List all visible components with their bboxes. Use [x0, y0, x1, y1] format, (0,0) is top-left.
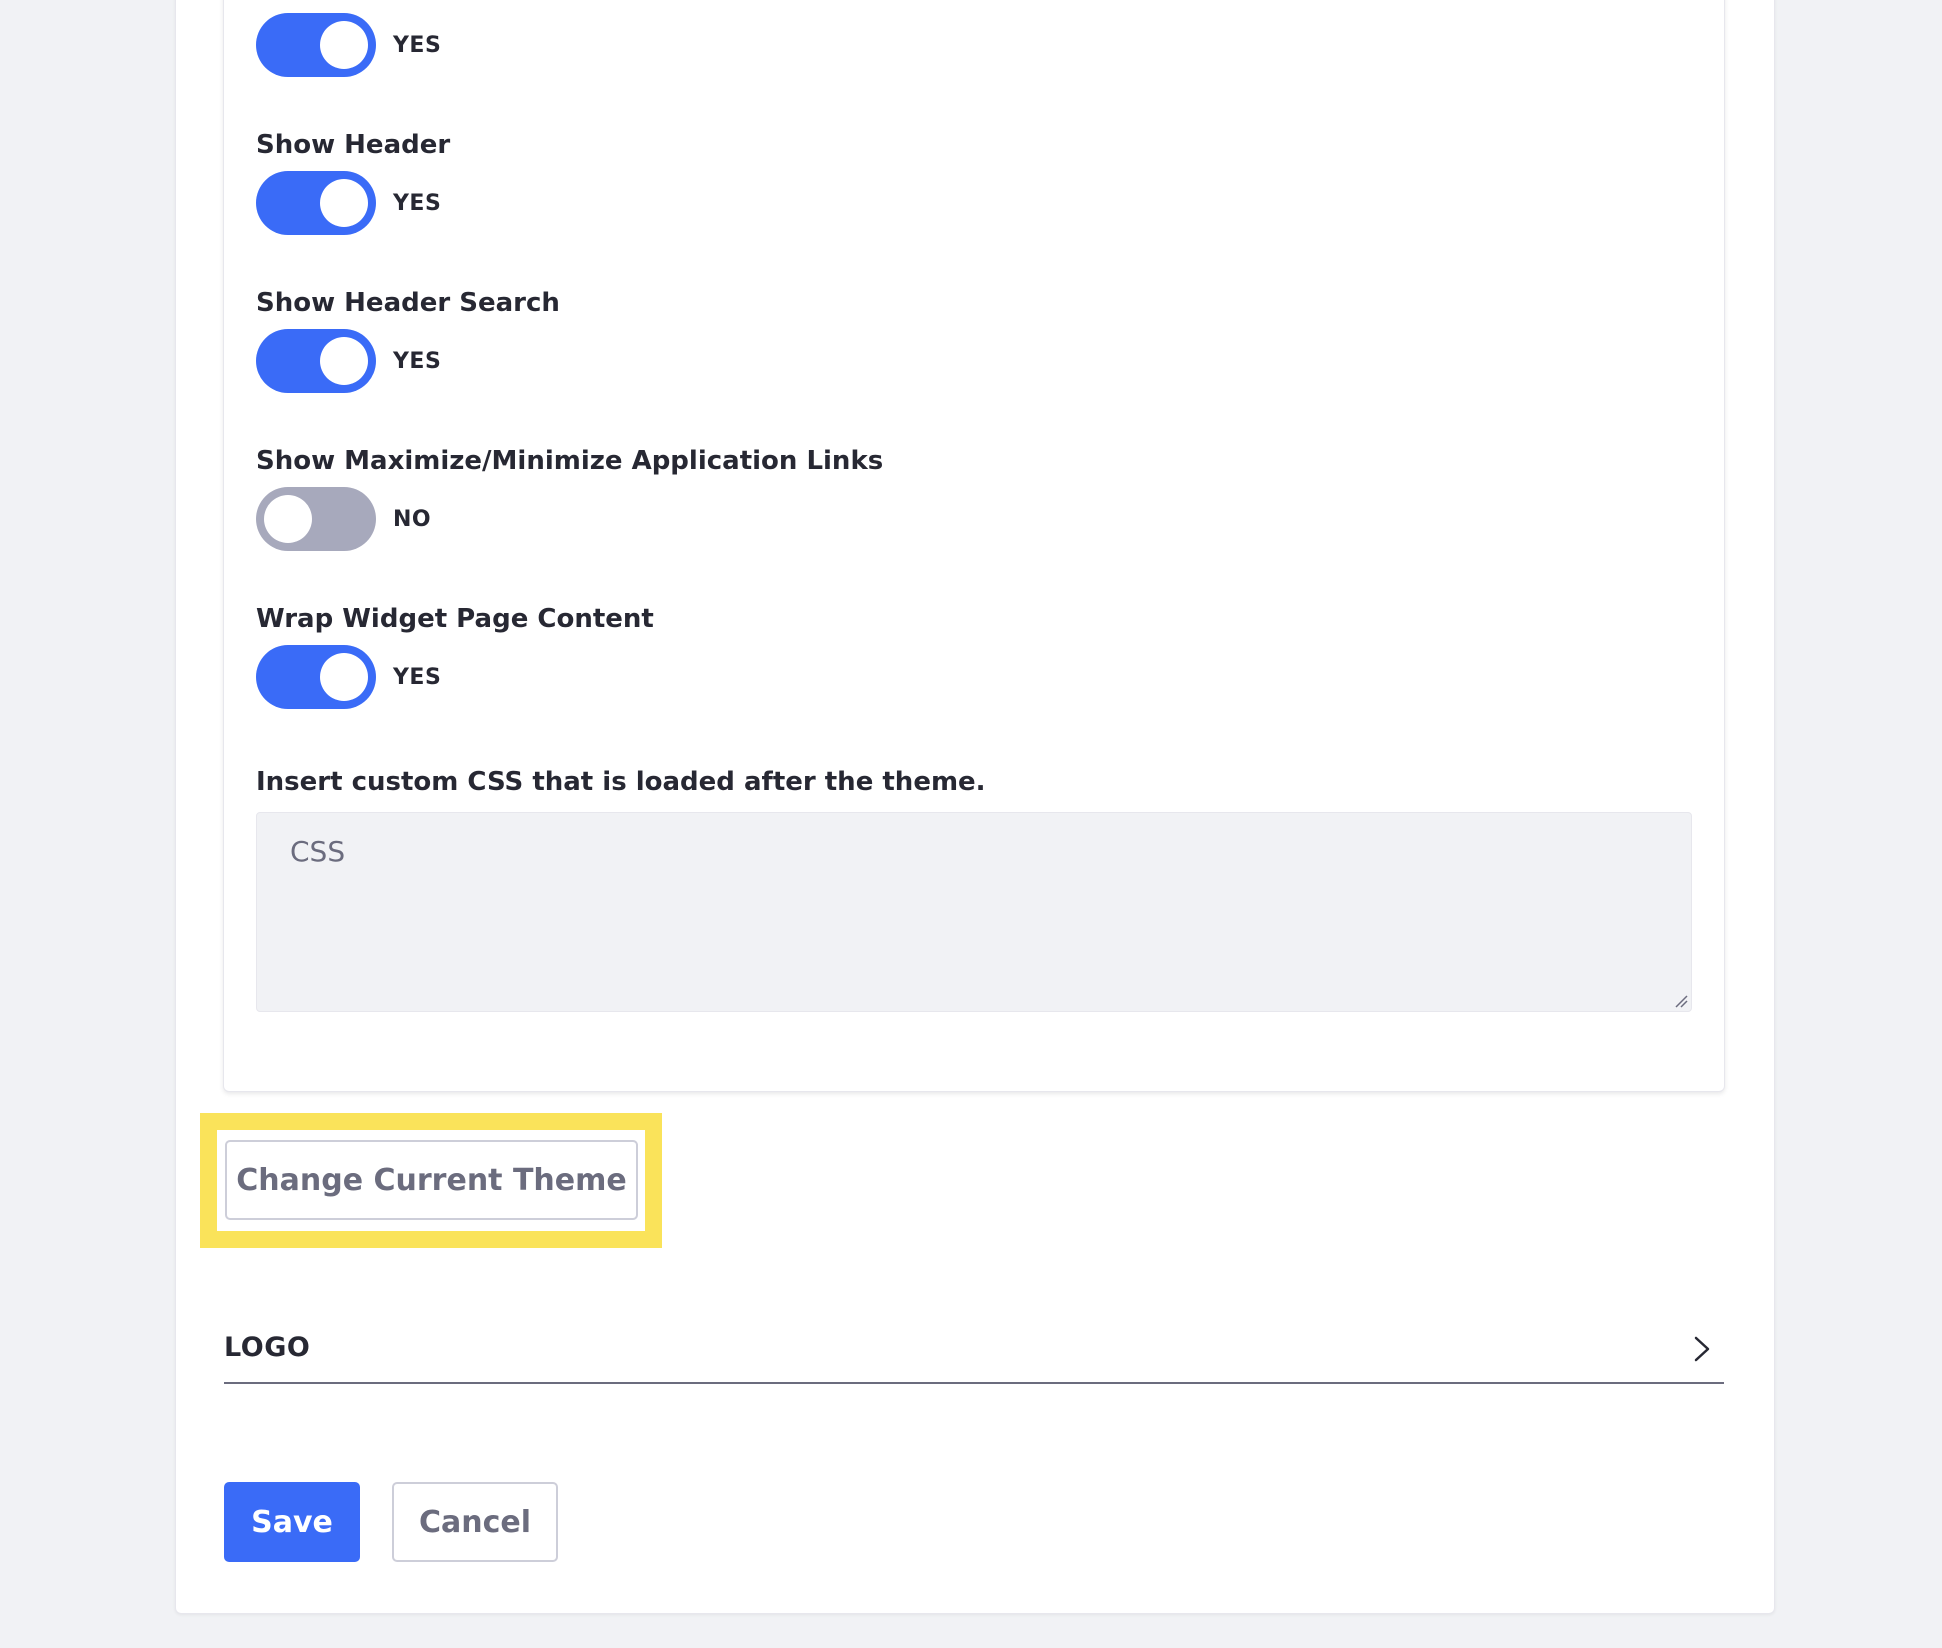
- show-header-toggle[interactable]: [256, 171, 376, 235]
- toggle-knob: [320, 21, 368, 69]
- toggle-row-show-maximize-minimize: NO: [256, 487, 431, 551]
- show-maximize-minimize-label: Show Maximize/Minimize Application Links: [256, 446, 884, 476]
- toggle-knob: [320, 337, 368, 385]
- toggle-row-show-header: YES: [256, 171, 441, 235]
- change-current-theme-button[interactable]: Change Current Theme: [225, 1140, 638, 1220]
- logo-panel-header[interactable]: LOGO: [224, 1322, 1724, 1384]
- toggle-state-text: YES: [393, 348, 442, 374]
- chevron-right-icon: [1694, 1336, 1710, 1362]
- show-header-label: Show Header: [256, 130, 451, 160]
- toggle-state-text: NO: [393, 506, 432, 532]
- toggle-switch-first[interactable]: [256, 13, 376, 77]
- cancel-button[interactable]: Cancel: [392, 1482, 558, 1562]
- save-button[interactable]: Save: [224, 1482, 360, 1562]
- show-header-search-toggle[interactable]: [256, 329, 376, 393]
- custom-css-textarea[interactable]: [256, 812, 1692, 1012]
- toggle-knob: [264, 495, 312, 543]
- wrap-widget-page-content-label: Wrap Widget Page Content: [256, 604, 654, 634]
- show-header-search-label: Show Header Search: [256, 288, 560, 318]
- resize-grip-icon[interactable]: [1674, 994, 1688, 1008]
- toggle-state-text: YES: [393, 664, 442, 690]
- custom-css-label: Insert custom CSS that is loaded after t…: [256, 767, 986, 797]
- wrap-widget-page-content-toggle[interactable]: [256, 645, 376, 709]
- toggle-knob: [320, 653, 368, 701]
- show-maximize-minimize-toggle[interactable]: [256, 487, 376, 551]
- logo-panel-title: LOGO: [224, 1332, 311, 1363]
- toggle-row-first: YES: [256, 13, 441, 77]
- toggle-knob: [320, 179, 368, 227]
- toggle-row-show-header-search: YES: [256, 329, 441, 393]
- toggle-state-text: YES: [393, 32, 442, 58]
- toggle-row-wrap-widget-page-content: YES: [256, 645, 441, 709]
- toggle-state-text: YES: [393, 190, 442, 216]
